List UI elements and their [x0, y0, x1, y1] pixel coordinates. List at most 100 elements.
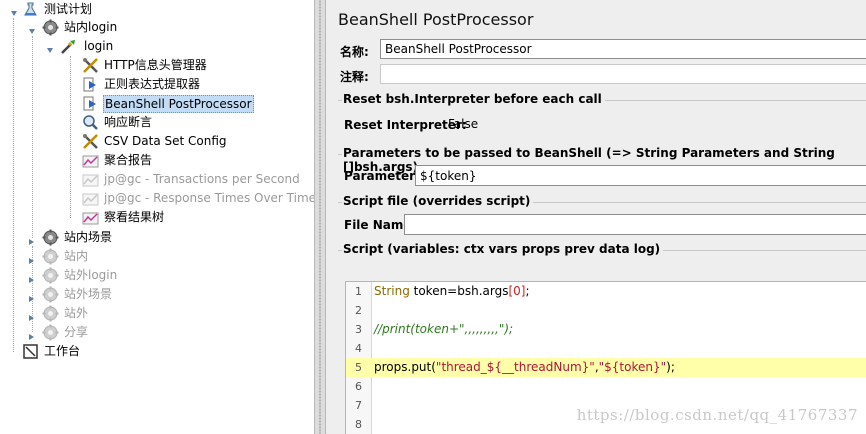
- tree-item-label: BeanShell PostProcessor: [103, 95, 254, 113]
- code-token: );: [666, 360, 675, 374]
- comment-input[interactable]: [380, 64, 866, 84]
- panel-title: BeanShell PostProcessor: [338, 10, 534, 29]
- expand-handle-icon[interactable]: [28, 290, 36, 302]
- tree-item-thread-group[interactable]: 站外场景: [0, 285, 314, 304]
- tree-item-thread-group[interactable]: 站内场景: [0, 228, 314, 247]
- tree-item-view-results-tree[interactable]: 察看结果树: [0, 208, 314, 227]
- tree-item-label: CSV Data Set Config: [104, 134, 227, 148]
- tree-item-transactions-per-second[interactable]: jp@gc - Transactions per Second: [0, 170, 314, 189]
- file-name-input[interactable]: [404, 214, 866, 235]
- tree-item-response-times-over-time[interactable]: jp@gc - Response Times Over Time: [0, 189, 314, 208]
- thread-group-icon: [42, 286, 59, 303]
- tree-item-workbench[interactable]: 工作台: [0, 342, 314, 361]
- comment-row: 注释:: [336, 64, 866, 86]
- thread-group-icon: [42, 229, 59, 246]
- tree-item-thread-group[interactable]: 站内login: [0, 18, 314, 37]
- tree-item-thread-group[interactable]: 站内: [0, 247, 314, 266]
- group-title: Script file (overrides script): [342, 194, 534, 208]
- tree-item-csv-data-set-config[interactable]: CSV Data Set Config: [0, 132, 314, 151]
- line-number: 3: [355, 323, 362, 336]
- expand-handle-icon[interactable]: [28, 328, 36, 340]
- name-label: 名称:: [340, 45, 369, 59]
- parameters-input[interactable]: ${token}: [415, 165, 866, 186]
- expand-handle-icon[interactable]: [28, 233, 36, 245]
- tree-item-thread-group[interactable]: 分享: [0, 323, 314, 342]
- thread-group-icon: [42, 267, 59, 284]
- parameters-group: Parameters to be passed to BeanShell (=>…: [338, 146, 866, 191]
- code-line[interactable]: 6: [346, 377, 866, 396]
- code-token: "thread_${__threadNum}": [435, 360, 595, 374]
- collapse-handle-icon[interactable]: [28, 23, 36, 34]
- tree-item-header-manager[interactable]: HTTP信息头管理器: [0, 56, 314, 75]
- collapse-handle-icon[interactable]: [10, 5, 18, 16]
- name-input[interactable]: BeanShell PostProcessor: [380, 39, 866, 59]
- code-token: [0]: [508, 284, 526, 298]
- tree-item-label: 响应断言: [104, 115, 153, 129]
- comment-label: 注释:: [340, 70, 369, 84]
- tree-item-regex-extractor[interactable]: 正则表达式提取器: [0, 75, 314, 94]
- tree-item-label: 站内场景: [64, 230, 113, 244]
- expand-handle-icon[interactable]: [28, 252, 36, 264]
- config-element-icon: [82, 57, 99, 74]
- listener-icon: [82, 171, 99, 188]
- code-text: String token=bsh.args[0];: [374, 282, 530, 301]
- tree-item-label: 站外: [64, 306, 89, 320]
- tree-item-label: 正则表达式提取器: [104, 77, 201, 91]
- tree-item-thread-group[interactable]: 站外login: [0, 266, 314, 285]
- tree-item-label: login: [84, 39, 114, 53]
- line-number: 4: [355, 342, 362, 355]
- tree-item-test-plan[interactable]: 测试计划: [0, 0, 314, 19]
- pane-splitter[interactable]: [314, 0, 326, 434]
- tree-item-label: 站外场景: [64, 287, 113, 301]
- script-file-group: Script file (overrides script) File Name…: [338, 194, 866, 237]
- tree-item-label: 工作台: [44, 344, 81, 358]
- tree-item-aggregate-report[interactable]: 聚合报告: [0, 151, 314, 170]
- code-line[interactable]: 3 //print(token+",,,,,,,,,");: [346, 320, 866, 339]
- assertion-icon: [82, 114, 99, 131]
- tree-item-thread-group[interactable]: 站外: [0, 304, 314, 323]
- tree-item-label: 分享: [64, 325, 89, 339]
- post-processor-icon: [82, 95, 99, 112]
- line-number: 2: [355, 304, 362, 317]
- reset-interpreter-select[interactable]: False: [444, 114, 866, 136]
- tree-item-response-assertion[interactable]: 响应断言: [0, 113, 314, 132]
- listener-icon: [82, 209, 99, 226]
- code-token: props.put(: [374, 360, 436, 374]
- tree-item-label: 测试计划: [44, 2, 93, 16]
- post-processor-icon: [82, 76, 99, 93]
- code-line[interactable]: 4: [346, 339, 866, 358]
- expand-handle-icon[interactable]: [28, 309, 36, 321]
- thread-group-icon: [42, 305, 59, 322]
- listener-icon: [82, 190, 99, 207]
- code-token: token=bsh.args: [409, 284, 509, 298]
- code-line[interactable]: 2: [346, 301, 866, 320]
- thread-group-icon: [42, 248, 59, 265]
- tree-item-label: 站内login: [64, 20, 118, 34]
- thread-group-icon: [42, 324, 59, 341]
- test-plan-tree[interactable]: 测试计划 站内login login HTTP信息头管理器 正则表达式提取器 B…: [0, 0, 314, 434]
- code-line[interactable]: 1 String token=bsh.args[0];: [346, 282, 866, 301]
- line-number: 5: [355, 361, 362, 374]
- tree-item-label: HTTP信息头管理器: [104, 58, 207, 72]
- reset-interpreter-group: Reset bsh.Interpreter before each call R…: [338, 92, 866, 143]
- tree-item-label: 站外login: [64, 268, 118, 282]
- tree-item-label: jp@gc - Response Times Over Time: [104, 191, 314, 205]
- code-token: //print(token+",,,,,,,,,");: [374, 322, 514, 336]
- code-token: ;: [525, 284, 530, 298]
- tree-item-sampler[interactable]: login: [0, 37, 314, 56]
- group-title: Script (variables: ctx vars props prev d…: [342, 242, 664, 256]
- tree-item-label: 聚合报告: [104, 153, 153, 167]
- listener-icon: [82, 152, 99, 169]
- watermark: https://blog.csdn.net/qq_41767337: [576, 406, 858, 424]
- collapse-handle-icon[interactable]: [46, 42, 54, 53]
- tree-item-label: 站内: [64, 249, 89, 263]
- test-plan-icon: [22, 1, 39, 18]
- code-text: props.put("thread_${__threadNum}","${tok…: [374, 358, 675, 377]
- name-row: 名称: BeanShell PostProcessor: [336, 39, 866, 61]
- expand-handle-icon[interactable]: [28, 271, 36, 283]
- tree-item-beanshell-postprocessor[interactable]: BeanShell PostProcessor: [0, 94, 314, 113]
- line-number: 7: [355, 399, 362, 412]
- code-line[interactable]: 5 props.put("thread_${__threadNum}","${to…: [346, 358, 866, 377]
- thread-group-icon: [42, 19, 59, 36]
- code-text: //print(token+",,,,,,,,,");: [374, 320, 513, 339]
